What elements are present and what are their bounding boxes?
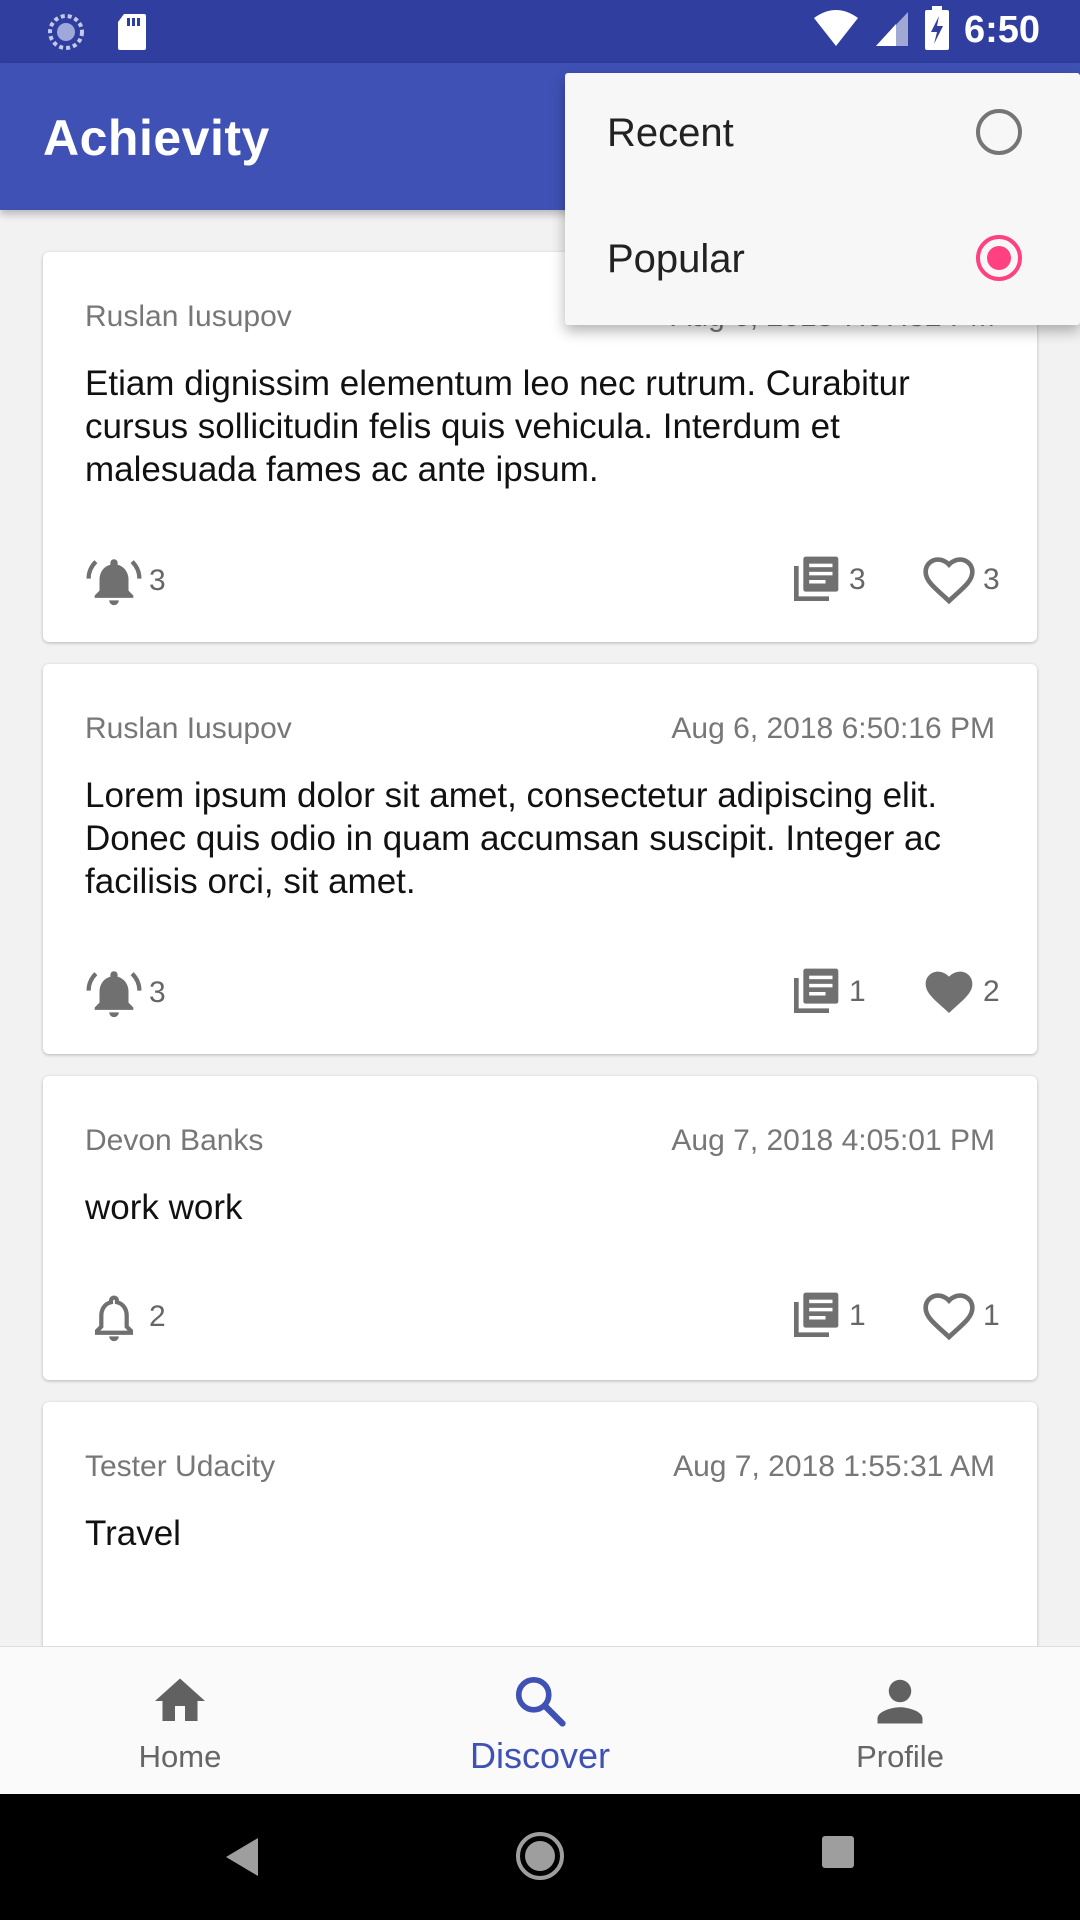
bottom-navigation: Home Discover Profile: [0, 1646, 1080, 1795]
like-button[interactable]: 3: [921, 552, 1000, 608]
follow-button[interactable]: 2: [85, 1288, 166, 1346]
sort-option-label: Popular: [607, 237, 745, 281]
post-date: Aug 6, 2018 6:50:16 PM: [671, 712, 995, 745]
post-body: Travel: [85, 1514, 181, 1553]
follow-button[interactable]: 3: [85, 964, 166, 1022]
cell-signal-icon: [874, 8, 910, 53]
nav-item-home[interactable]: Home: [0, 1647, 360, 1795]
heart-outline-icon: [921, 1288, 977, 1344]
likes-count: 3: [983, 563, 1000, 596]
post-feed[interactable]: Ruslan Iusupov Aug 6, 2018 7:07:32 PM Et…: [0, 210, 1080, 1646]
follow-button[interactable]: 3: [85, 552, 166, 610]
sort-option-label: Recent: [607, 111, 734, 155]
post-author: Ruslan Iusupov: [85, 712, 292, 745]
heart-filled-icon: [921, 964, 977, 1020]
achievements-count: 1: [849, 1299, 866, 1332]
post-date: Aug 7, 2018 1:55:31 AM: [673, 1450, 995, 1483]
battery-charging-icon: [924, 6, 950, 55]
followers-count: 3: [149, 976, 166, 1009]
recents-icon[interactable]: [820, 1834, 856, 1870]
followers-count: 2: [149, 1300, 166, 1333]
home-circle-icon[interactable]: [514, 1830, 566, 1882]
bell-ringing-icon: [85, 552, 143, 610]
home-icon: [155, 1678, 205, 1721]
likes-count: 1: [983, 1299, 1000, 1332]
bell-ringing-icon: [85, 964, 143, 1022]
post-body: Lorem ipsum dolor sit amet, consectetur …: [85, 776, 942, 901]
achievements-count: 1: [849, 975, 866, 1008]
post-body: Etiam dignissim elementum leo nec rutrum…: [85, 364, 910, 489]
bell-outline-icon: [85, 1288, 143, 1346]
nav-item-discover[interactable]: Discover: [360, 1647, 720, 1795]
sort-option-recent[interactable]: Recent: [565, 73, 1080, 199]
sort-option-popular[interactable]: Popular: [565, 199, 1080, 325]
likes-count: 2: [983, 975, 1000, 1008]
like-button[interactable]: 1: [921, 1288, 1000, 1344]
nav-label: Discover: [469, 1735, 611, 1776]
nav-label: Home: [138, 1739, 222, 1774]
status-time: 6:50: [963, 9, 1040, 51]
radio-checked-icon[interactable]: [976, 235, 1022, 281]
wifi-icon: [812, 8, 860, 53]
status-bar: 6:50: [0, 0, 1080, 63]
back-icon[interactable]: [222, 1834, 262, 1880]
post-body: work work: [85, 1188, 243, 1227]
radio-unchecked-icon[interactable]: [976, 109, 1022, 155]
post-card[interactable]: Tester Udacity Aug 7, 2018 1:55:31 AM Tr…: [43, 1402, 1037, 1646]
achievements-button[interactable]: 3: [787, 552, 866, 608]
post-card[interactable]: Ruslan Iusupov Aug 6, 2018 6:50:16 PM Lo…: [43, 664, 1037, 1054]
like-button[interactable]: 2: [921, 964, 1000, 1020]
app-title: Achievity: [43, 110, 270, 166]
library-books-icon: [787, 964, 843, 1020]
sd-card-icon: [116, 12, 148, 57]
post-author: Tester Udacity: [85, 1450, 276, 1483]
post-card[interactable]: Devon Banks Aug 7, 2018 4:05:01 PM work …: [43, 1076, 1037, 1380]
sort-menu: Recent Popular: [565, 73, 1080, 325]
system-navigation-bar: [0, 1794, 1080, 1920]
library-books-icon: [787, 1288, 843, 1344]
post-author: Ruslan Iusupov: [85, 300, 292, 333]
nav-label: Profile: [856, 1739, 944, 1774]
achievements-button[interactable]: 1: [787, 1288, 866, 1344]
followers-count: 3: [149, 564, 166, 597]
library-books-icon: [787, 552, 843, 608]
achievements-count: 3: [849, 563, 866, 596]
sync-icon: [46, 12, 86, 57]
person-icon: [877, 1679, 923, 1724]
nav-item-profile[interactable]: Profile: [720, 1647, 1080, 1795]
achievements-button[interactable]: 1: [787, 964, 866, 1020]
post-author: Devon Banks: [85, 1124, 264, 1157]
heart-outline-icon: [921, 552, 977, 608]
post-date: Aug 7, 2018 4:05:01 PM: [671, 1124, 995, 1157]
search-icon: [515, 1676, 566, 1727]
